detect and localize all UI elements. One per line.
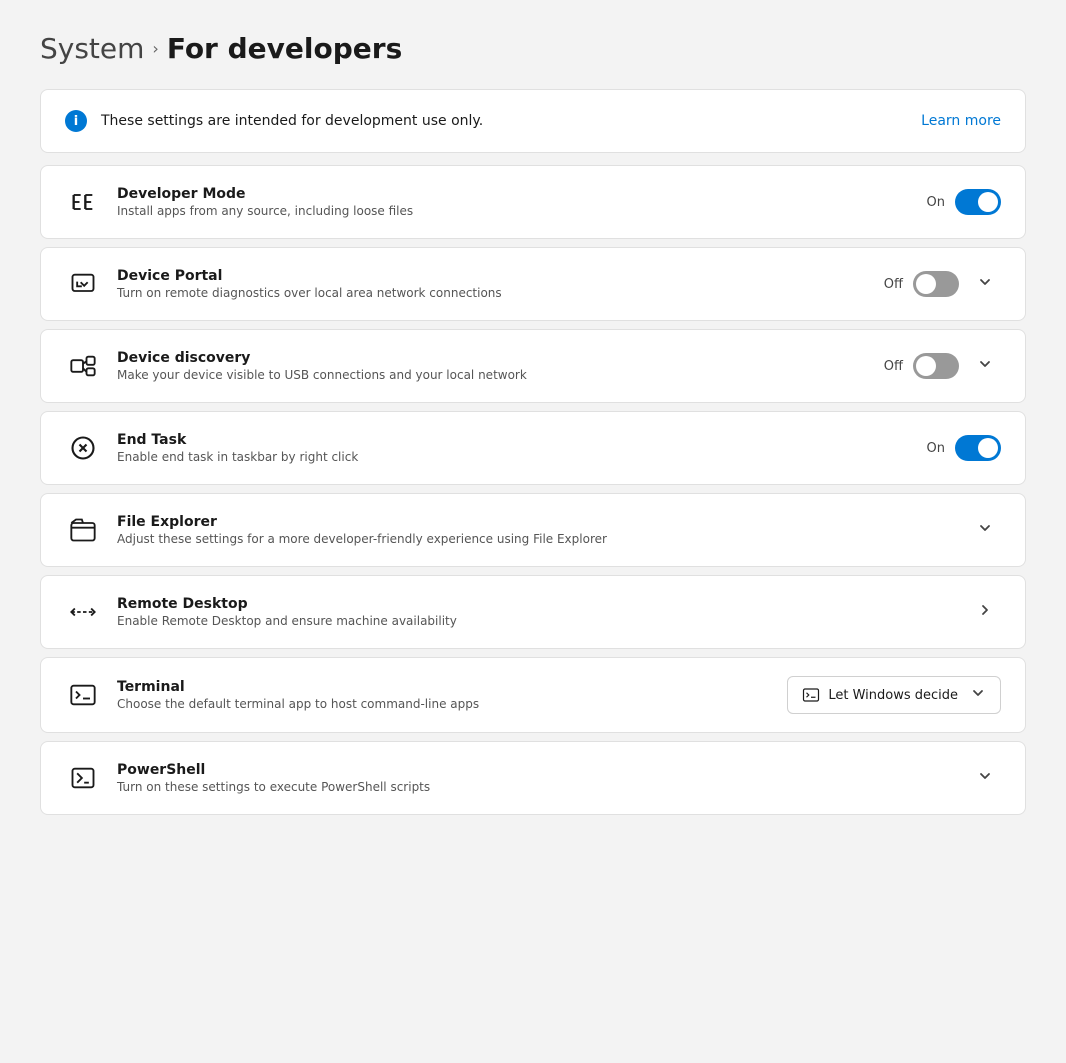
setting-row-terminal: Terminal Choose the default terminal app …: [40, 657, 1026, 733]
toggle-label-device-discovery: Off: [884, 359, 903, 374]
setting-left-file-explorer: File Explorer Adjust these settings for a…: [65, 512, 607, 548]
setting-right-file-explorer: [969, 514, 1001, 546]
chevron-down-icon-device-discovery: [977, 356, 993, 376]
chevron-down-icon-powershell: [977, 768, 993, 788]
file-explorer-icon: [65, 512, 101, 548]
chevron-down-icon-file-explorer: [977, 520, 993, 540]
toggle-device-discovery[interactable]: [913, 353, 959, 379]
chevron-down-btn-file-explorer[interactable]: [969, 514, 1001, 546]
setting-title-device-portal: Device Portal: [117, 268, 502, 284]
toggle-developer-mode[interactable]: [955, 189, 1001, 215]
setting-title-powershell: PowerShell: [117, 762, 430, 778]
chevron-down-btn-device-discovery[interactable]: [969, 350, 1001, 382]
setting-left-device-discovery: Device discovery Make your device visible…: [65, 348, 527, 384]
info-banner-text: These settings are intended for developm…: [101, 113, 483, 129]
setting-desc-remote-desktop: Enable Remote Desktop and ensure machine…: [117, 614, 457, 628]
setting-right-device-portal: Off: [884, 268, 1001, 300]
toggle-label-device-portal: Off: [884, 277, 903, 292]
setting-row-end-task: End Task Enable end task in taskbar by ri…: [40, 411, 1026, 485]
setting-info-file-explorer: File Explorer Adjust these settings for a…: [117, 514, 607, 546]
setting-title-terminal: Terminal: [117, 679, 479, 695]
setting-left-end-task: End Task Enable end task in taskbar by ri…: [65, 430, 358, 466]
setting-right-remote-desktop: [969, 596, 1001, 628]
setting-info-developer-mode: Developer Mode Install apps from any sour…: [117, 186, 413, 218]
device-discovery-icon: [65, 348, 101, 384]
setting-info-remote-desktop: Remote Desktop Enable Remote Desktop and …: [117, 596, 457, 628]
setting-title-remote-desktop: Remote Desktop: [117, 596, 457, 612]
powershell-icon: [65, 760, 101, 796]
breadcrumb-chevron-icon: ›: [152, 39, 158, 58]
setting-desc-terminal: Choose the default terminal app to host …: [117, 697, 479, 711]
device-portal-icon: [65, 266, 101, 302]
chevron-down-btn-device-portal[interactable]: [969, 268, 1001, 300]
setting-left-powershell: PowerShell Turn on these settings to exec…: [65, 760, 430, 796]
setting-title-file-explorer: File Explorer: [117, 514, 607, 530]
setting-row-powershell: PowerShell Turn on these settings to exec…: [40, 741, 1026, 815]
setting-row-device-portal: Device Portal Turn on remote diagnostics …: [40, 247, 1026, 321]
chevron-right-icon-remote-desktop: [977, 602, 993, 622]
page-title: For developers: [167, 32, 402, 65]
breadcrumb-system-link[interactable]: System: [40, 32, 144, 65]
breadcrumb: System › For developers: [40, 32, 1026, 65]
setting-info-end-task: End Task Enable end task in taskbar by ri…: [117, 432, 358, 464]
settings-list: Developer Mode Install apps from any sour…: [40, 165, 1026, 815]
developer-mode-icon: [65, 184, 101, 220]
setting-left-device-portal: Device Portal Turn on remote diagnostics …: [65, 266, 502, 302]
setting-info-terminal: Terminal Choose the default terminal app …: [117, 679, 479, 711]
info-banner: i These settings are intended for develo…: [40, 89, 1026, 153]
setting-right-developer-mode: On: [927, 189, 1001, 215]
remote-desktop-icon: [65, 594, 101, 630]
setting-desc-file-explorer: Adjust these settings for a more develop…: [117, 532, 607, 546]
setting-right-terminal: Let Windows decide: [787, 676, 1001, 714]
toggle-label-developer-mode: On: [927, 195, 945, 210]
setting-row-developer-mode: Developer Mode Install apps from any sour…: [40, 165, 1026, 239]
toggle-end-task[interactable]: [955, 435, 1001, 461]
setting-left-developer-mode: Developer Mode Install apps from any sour…: [65, 184, 413, 220]
chevron-right-btn-remote-desktop[interactable]: [969, 596, 1001, 628]
toggle-label-end-task: On: [927, 441, 945, 456]
setting-title-device-discovery: Device discovery: [117, 350, 527, 366]
terminal-icon: [65, 677, 101, 713]
info-banner-left: i These settings are intended for develo…: [65, 110, 483, 132]
end-task-icon: [65, 430, 101, 466]
terminal-dropdown-value: Let Windows decide: [828, 688, 958, 703]
learn-more-link[interactable]: Learn more: [921, 113, 1001, 129]
chevron-down-btn-powershell[interactable]: [969, 762, 1001, 794]
setting-desc-device-discovery: Make your device visible to USB connecti…: [117, 368, 527, 382]
setting-title-developer-mode: Developer Mode: [117, 186, 413, 202]
setting-right-powershell: [969, 762, 1001, 794]
terminal-dropdown-chevron-icon: [970, 685, 986, 705]
setting-info-device-portal: Device Portal Turn on remote diagnostics …: [117, 268, 502, 300]
setting-desc-developer-mode: Install apps from any source, including …: [117, 204, 413, 218]
setting-desc-end-task: Enable end task in taskbar by right clic…: [117, 450, 358, 464]
setting-row-device-discovery: Device discovery Make your device visible…: [40, 329, 1026, 403]
toggle-device-portal[interactable]: [913, 271, 959, 297]
setting-row-file-explorer: File Explorer Adjust these settings for a…: [40, 493, 1026, 567]
info-circle-icon: i: [65, 110, 87, 132]
setting-title-end-task: End Task: [117, 432, 358, 448]
setting-left-terminal: Terminal Choose the default terminal app …: [65, 677, 479, 713]
setting-desc-device-portal: Turn on remote diagnostics over local ar…: [117, 286, 502, 300]
terminal-dropdown[interactable]: Let Windows decide: [787, 676, 1001, 714]
setting-row-remote-desktop: Remote Desktop Enable Remote Desktop and …: [40, 575, 1026, 649]
setting-info-powershell: PowerShell Turn on these settings to exec…: [117, 762, 430, 794]
setting-info-device-discovery: Device discovery Make your device visible…: [117, 350, 527, 382]
terminal-dropdown-icon: [802, 686, 820, 704]
setting-right-device-discovery: Off: [884, 350, 1001, 382]
setting-left-remote-desktop: Remote Desktop Enable Remote Desktop and …: [65, 594, 457, 630]
setting-desc-powershell: Turn on these settings to execute PowerS…: [117, 780, 430, 794]
chevron-down-icon-device-portal: [977, 274, 993, 294]
setting-right-end-task: On: [927, 435, 1001, 461]
